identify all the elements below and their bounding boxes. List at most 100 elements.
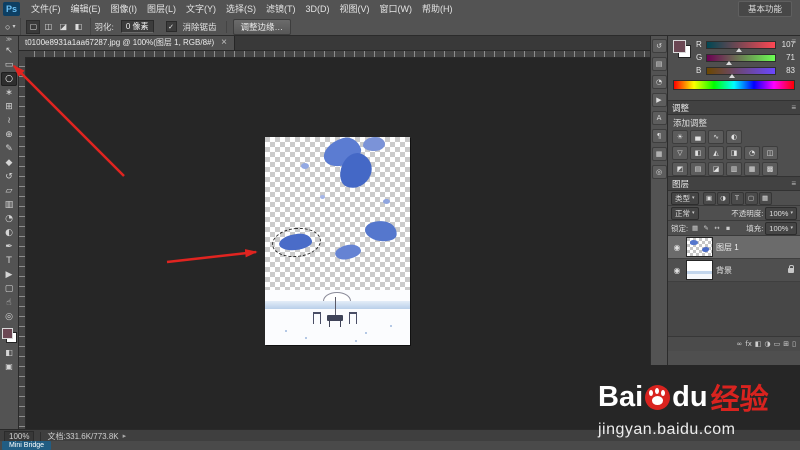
exposure-icon[interactable]: ◐ — [726, 130, 742, 144]
crop-tool[interactable]: ⊞ — [1, 100, 17, 114]
character-panel-icon[interactable]: A — [651, 111, 667, 125]
add-to-selection-icon[interactable]: ◫ — [41, 20, 55, 34]
new-adjustment-layer-icon[interactable]: ◑ — [765, 340, 771, 348]
status-popup-icon[interactable]: ▸ — [123, 432, 127, 440]
shape-tool[interactable]: ▢ — [1, 282, 17, 296]
hand-tool[interactable]: ☝ — [1, 296, 17, 310]
layer-name[interactable]: 背景 — [716, 265, 732, 276]
hue-saturation-icon[interactable]: ◧ — [690, 146, 706, 160]
filter-shape-layers-icon[interactable]: ▢ — [744, 191, 758, 205]
tab-layers[interactable]: 图层 — [672, 178, 689, 190]
menu-item[interactable]: 编辑(E) — [66, 1, 106, 18]
history-brush-tool[interactable]: ↺ — [1, 170, 17, 184]
healing-brush-tool[interactable]: ⊕ — [1, 128, 17, 142]
vibrance-icon[interactable]: ▽ — [672, 146, 688, 160]
properties-panel-icon[interactable]: ▤ — [651, 57, 667, 71]
menu-item[interactable]: 3D(D) — [301, 1, 335, 18]
menu-item[interactable]: 文字(Y) — [181, 1, 221, 18]
workspace-switcher[interactable]: 基本功能 — [737, 1, 792, 17]
quick-mask-button[interactable]: ◧ — [1, 345, 17, 359]
red-slider[interactable] — [706, 40, 776, 52]
layer-style-icon[interactable]: fx — [745, 340, 752, 348]
lock-transparent-pixels-icon[interactable]: ▦ — [690, 223, 700, 233]
add-layer-mask-icon[interactable]: ◧ — [755, 340, 762, 348]
black-white-icon[interactable]: ◨ — [726, 146, 742, 160]
filter-pixel-layers-icon[interactable]: ▣ — [702, 191, 716, 205]
collapse-toolbar-icon[interactable]: ≫ — [6, 36, 12, 44]
gradient-map-icon[interactable]: ▥ — [726, 162, 742, 176]
menu-item[interactable]: 文件(F) — [26, 1, 66, 18]
pen-tool[interactable]: ✒ — [1, 240, 17, 254]
rectangular-marquee-tool[interactable]: ▭ — [1, 58, 17, 72]
layer-filter-dropdown[interactable]: 类型 ▾ — [671, 191, 699, 205]
color-spectrum-ramp[interactable] — [673, 80, 795, 90]
clone-stamp-tool[interactable]: ◆ — [1, 156, 17, 170]
filter-type-layers-icon[interactable]: T — [730, 191, 744, 205]
mini-bridge-button[interactable]: Mini Bridge — [2, 441, 52, 450]
color-panel-swatches[interactable] — [673, 40, 691, 58]
menu-item[interactable]: 视图(V) — [335, 1, 375, 18]
lock-image-pixels-icon[interactable]: ✎ — [701, 223, 711, 233]
history-panel-icon[interactable]: ↺ — [651, 39, 667, 53]
link-layers-icon[interactable]: ∞ — [736, 340, 742, 348]
green-value[interactable]: 71 — [779, 53, 795, 62]
fill-dropdown[interactable]: 100% ▾ — [765, 221, 797, 235]
refine-edge-button[interactable]: 调整边缘… — [232, 18, 292, 35]
paragraph-panel-icon[interactable]: ¶ — [651, 129, 667, 143]
posterize-icon[interactable]: ▤ — [690, 162, 706, 176]
new-selection-icon[interactable]: ▢ — [26, 19, 41, 34]
layer-row-background[interactable]: ◉ 背景 — [668, 259, 800, 282]
eraser-tool[interactable]: ▱ — [1, 184, 17, 198]
photo-filter-icon[interactable]: ◔ — [744, 146, 760, 160]
dodge-tool[interactable]: ◐ — [1, 226, 17, 240]
threshold-icon[interactable]: ◪ — [708, 162, 724, 176]
close-tab-icon[interactable]: × — [221, 37, 227, 48]
actions-panel-icon[interactable]: ▶ — [651, 93, 667, 107]
visibility-eye-icon[interactable]: ◉ — [671, 266, 683, 275]
levels-icon[interactable]: ▄ — [690, 130, 706, 144]
path-selection-tool[interactable]: ▶ — [1, 268, 17, 282]
lock-position-icon[interactable]: ↔ — [712, 223, 722, 233]
layer-name[interactable]: 图层 1 — [716, 242, 739, 253]
opacity-dropdown[interactable]: 100% ▾ — [765, 206, 797, 220]
info-panel-icon[interactable]: ◔ — [651, 75, 667, 89]
document-canvas[interactable] — [265, 137, 410, 345]
intersect-selection-icon[interactable]: ◧ — [71, 20, 85, 34]
antialias-checkbox[interactable]: ✓ — [165, 21, 177, 32]
foreground-color-swatch[interactable] — [1, 328, 13, 339]
blue-slider[interactable] — [706, 66, 776, 78]
feather-input[interactable]: 0 像素 — [120, 20, 154, 33]
menu-item[interactable]: 滤镜(T) — [261, 1, 301, 18]
green-slider[interactable] — [706, 53, 776, 65]
visibility-eye-icon[interactable]: ◉ — [671, 243, 683, 252]
menu-item[interactable]: 窗口(W) — [375, 1, 418, 18]
menu-item[interactable]: 帮助(H) — [417, 1, 458, 18]
blur-tool[interactable]: ◔ — [1, 212, 17, 226]
layer1-thumbnail[interactable] — [686, 237, 713, 257]
zoom-level-field[interactable]: 100% — [4, 430, 35, 442]
zoom-tool[interactable]: ◎ — [1, 310, 17, 324]
new-layer-icon[interactable]: ⊞ — [783, 340, 789, 348]
invert-icon[interactable]: ◩ — [672, 162, 688, 176]
document-tab[interactable]: t0100e8931a1aa67287.jpg @ 100%(图层 1, RGB… — [18, 35, 235, 50]
lock-all-icon[interactable]: ▪ — [723, 223, 733, 233]
tool-preset-picker[interactable]: ○ ▾ — [0, 18, 22, 35]
filter-smart-objects-icon[interactable]: ▦ — [758, 191, 772, 205]
menu-item[interactable]: 图层(L) — [142, 1, 181, 18]
delete-layer-icon[interactable]: ▯ — [792, 340, 796, 348]
navigator-panel-icon[interactable]: ◎ — [651, 165, 667, 179]
color-lookup-icon[interactable]: ▩ — [762, 162, 778, 176]
swatches-panel-icon[interactable]: ▦ — [651, 147, 667, 161]
foreground-color-swatch[interactable] — [673, 40, 686, 53]
move-tool[interactable]: ↖ — [1, 44, 17, 58]
filter-adjustment-layers-icon[interactable]: ◑ — [716, 191, 730, 205]
new-group-icon[interactable]: ▭ — [774, 340, 781, 348]
brightness-contrast-icon[interactable]: ☀ — [672, 130, 688, 144]
layer-row-layer1[interactable]: ◉ 图层 1 — [668, 236, 800, 259]
blend-mode-dropdown[interactable]: 正常 ▾ — [671, 206, 699, 220]
eyedropper-tool[interactable]: ≀ — [1, 114, 17, 128]
brush-tool[interactable]: ✎ — [1, 142, 17, 156]
panel-menu-icon[interactable]: ≡ — [791, 103, 796, 112]
background-thumbnail[interactable] — [686, 260, 713, 280]
panel-menu-icon[interactable]: ≡ — [791, 179, 796, 188]
